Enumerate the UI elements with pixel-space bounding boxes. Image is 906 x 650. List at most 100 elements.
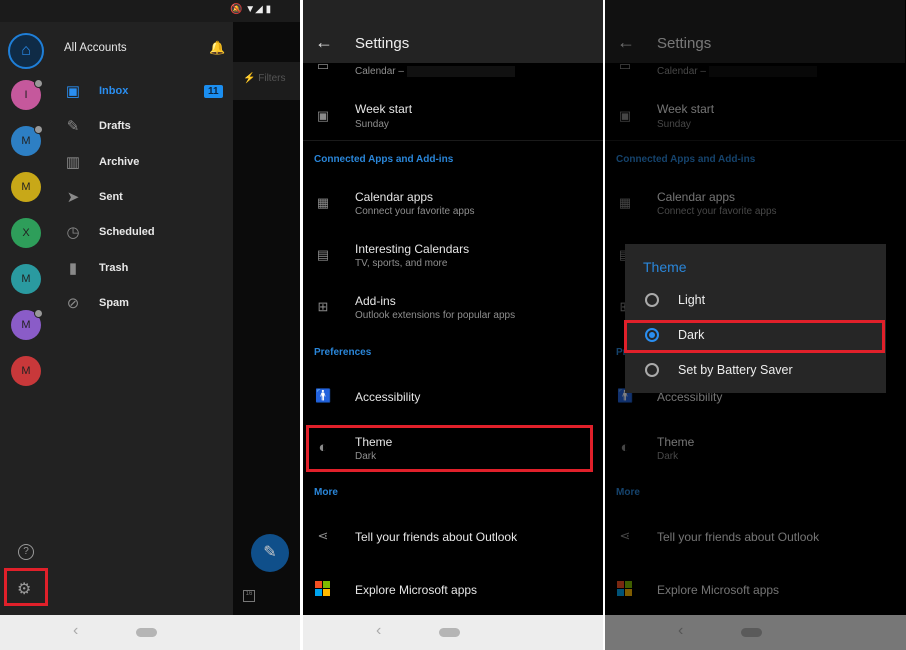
account-avatar[interactable]: M <box>11 356 41 386</box>
navigation-drawer: ⌂ I M M X M M M All Accounts 🔔 ▣ Inbox 11 ✎ Drafts… <box>0 22 233 615</box>
inbox-icon: ▣ <box>65 83 81 100</box>
folder-sent[interactable]: ➤ Sent <box>64 189 224 209</box>
add-ins-row[interactable]: ⊞ Add-ins Outlook extensions for popular… <box>303 288 603 328</box>
back-icon[interactable]: ‹ <box>73 622 78 640</box>
account-avatar[interactable]: M <box>11 172 41 202</box>
redacted-text <box>709 66 817 77</box>
filters-label: Filters <box>258 73 286 84</box>
row-title: Explore Microsoft apps <box>355 583 478 597</box>
theme-option-set-by-battery-saver[interactable]: Set by Battery Saver <box>625 359 886 381</box>
tell-friends-row[interactable]: ⋖ Tell your friends about Outlook <box>303 520 603 552</box>
status-bar: 🔕 ▼◢ ▮ <box>0 0 300 22</box>
row-subtitle: Calendar – <box>657 66 706 77</box>
microsoft-logo-icon <box>315 581 330 596</box>
row-title: Interesting Calendars <box>355 242 470 256</box>
share-icon: ⋖ <box>317 528 329 543</box>
explore-microsoft-apps-row[interactable]: Explore Microsoft apps <box>605 573 905 605</box>
highlight-box <box>4 568 48 606</box>
row-title: Tell your friends about Outlook <box>355 530 518 544</box>
account-avatar[interactable]: I <box>11 79 43 110</box>
folder-archive[interactable]: ▥ Archive <box>64 154 224 174</box>
row-title: Accessibility <box>355 390 421 404</box>
highlight-box <box>306 425 593 472</box>
explore-microsoft-apps-row[interactable]: Explore Microsoft apps <box>303 573 603 605</box>
folder-inbox[interactable]: ▣ Inbox 11 <box>64 83 224 103</box>
back-icon[interactable]: ‹ <box>678 622 683 640</box>
back-arrow-icon[interactable]: ← <box>315 32 333 53</box>
system-nav-bar: ‹ <box>0 615 300 650</box>
notification-dot <box>34 309 43 318</box>
accessibility-row[interactable]: 🚹 Accessibility <box>303 380 603 412</box>
interesting-calendars-row[interactable]: ▤ Interesting Calendars TV, sports, and … <box>303 236 603 276</box>
home-pill[interactable] <box>136 628 157 637</box>
star-calendar-icon: ▤ <box>316 247 330 262</box>
trash-icon: ▮ <box>68 259 78 277</box>
account-avatar[interactable]: M <box>11 125 43 156</box>
theme-option-light[interactable]: Light <box>625 289 886 311</box>
tell-friends-row[interactable]: ⋖ Tell your friends about Outlook <box>605 520 905 552</box>
avatar-initial: M <box>21 273 31 285</box>
back-icon[interactable]: ‹ <box>376 622 381 640</box>
account-avatar[interactable]: M <box>11 309 43 340</box>
folder-label: Inbox <box>99 85 129 97</box>
theme-row[interactable]: ◐ Theme Dark <box>605 428 905 468</box>
radio-button[interactable] <box>645 293 659 307</box>
folder-spam[interactable]: ⊘ Spam <box>64 295 224 315</box>
home-account-icon[interactable]: ⌂ <box>8 33 44 69</box>
folder-scheduled[interactable]: ◷ Scheduled <box>64 224 224 244</box>
folder-label: Drafts <box>99 120 131 133</box>
account-avatar[interactable]: M <box>11 264 41 294</box>
section-header-more: More <box>314 487 338 498</box>
avatar-initial: X <box>22 227 30 239</box>
do-not-disturb-bell-icon[interactable]: 🔔 <box>209 40 225 56</box>
calendar-apps-row[interactable]: ▦ Calendar apps Connect your favorite ap… <box>605 184 905 224</box>
mail-drawer-screen: 🔕 ▼◢ ▮ ⚡ Filters ✎ 16 ⌂ I M M X M M M All Acco… <box>0 0 300 650</box>
week-start-row[interactable]: ▣ Week start Sunday <box>303 96 603 138</box>
row-subtitle: TV, sports, and more <box>355 258 448 269</box>
radio-button[interactable] <box>645 363 659 377</box>
row-subtitle: Connect your favorite apps <box>355 206 475 217</box>
folder-label: Sent <box>99 190 123 203</box>
row-subtitle: Outlook extensions for popular apps <box>355 310 516 321</box>
home-pill[interactable] <box>439 628 460 637</box>
back-arrow-icon[interactable]: ← <box>617 32 635 53</box>
row-title: Theme <box>657 435 695 449</box>
section-header-connected-apps: Connected Apps and Add-ins <box>616 154 756 165</box>
divider <box>605 140 905 141</box>
row-title: Tell your friends about Outlook <box>657 530 820 544</box>
share-icon: ⋖ <box>619 528 631 543</box>
clock-icon: ◷ <box>66 224 80 242</box>
row-title: Week start <box>355 102 413 116</box>
avatar-initial: M <box>21 135 31 147</box>
notification-dot <box>34 79 43 88</box>
folder-trash[interactable]: ▮ Trash <box>64 260 224 280</box>
send-icon: ➤ <box>66 188 80 206</box>
week-start-row[interactable]: ▣ Week start Sunday <box>605 96 905 138</box>
row-subtitle: Connect your favorite apps <box>657 206 777 217</box>
page-title: Settings <box>657 35 712 52</box>
folder-label: Archive <box>99 155 140 168</box>
add-ins-grid-icon: ⊞ <box>317 299 329 314</box>
settings-header: ← Settings <box>605 0 905 63</box>
folder-label: Spam <box>99 296 129 309</box>
calendar-apps-icon: ▦ <box>618 195 632 210</box>
status-icons: 🔕 ▼◢ ▮ <box>230 4 272 15</box>
row-subtitle: Calendar – <box>355 66 404 77</box>
account-avatar[interactable]: X <box>11 218 41 248</box>
microsoft-logo-icon <box>617 581 632 596</box>
drafts-icon: ✎ <box>66 118 80 136</box>
calendar-apps-row[interactable]: ▦ Calendar apps Connect your favorite ap… <box>303 184 603 224</box>
section-header-preferences: Preferences <box>314 347 372 358</box>
system-nav-bar: ‹ <box>303 615 603 650</box>
section-header-connected-apps: Connected Apps and Add-ins <box>314 154 454 165</box>
row-subtitle: Sunday <box>355 119 389 130</box>
settings-header: ← Settings <box>303 0 603 63</box>
folder-drafts[interactable]: ✎ Drafts <box>64 118 224 138</box>
page-title: Settings <box>355 35 410 52</box>
home-pill[interactable] <box>741 628 762 637</box>
avatar-initial: I <box>24 89 28 101</box>
help-icon[interactable]: ? <box>18 544 34 560</box>
row-subtitle: Sunday <box>657 119 691 130</box>
drawer-title: All Accounts <box>64 42 127 54</box>
avatar-initial: M <box>21 181 31 193</box>
